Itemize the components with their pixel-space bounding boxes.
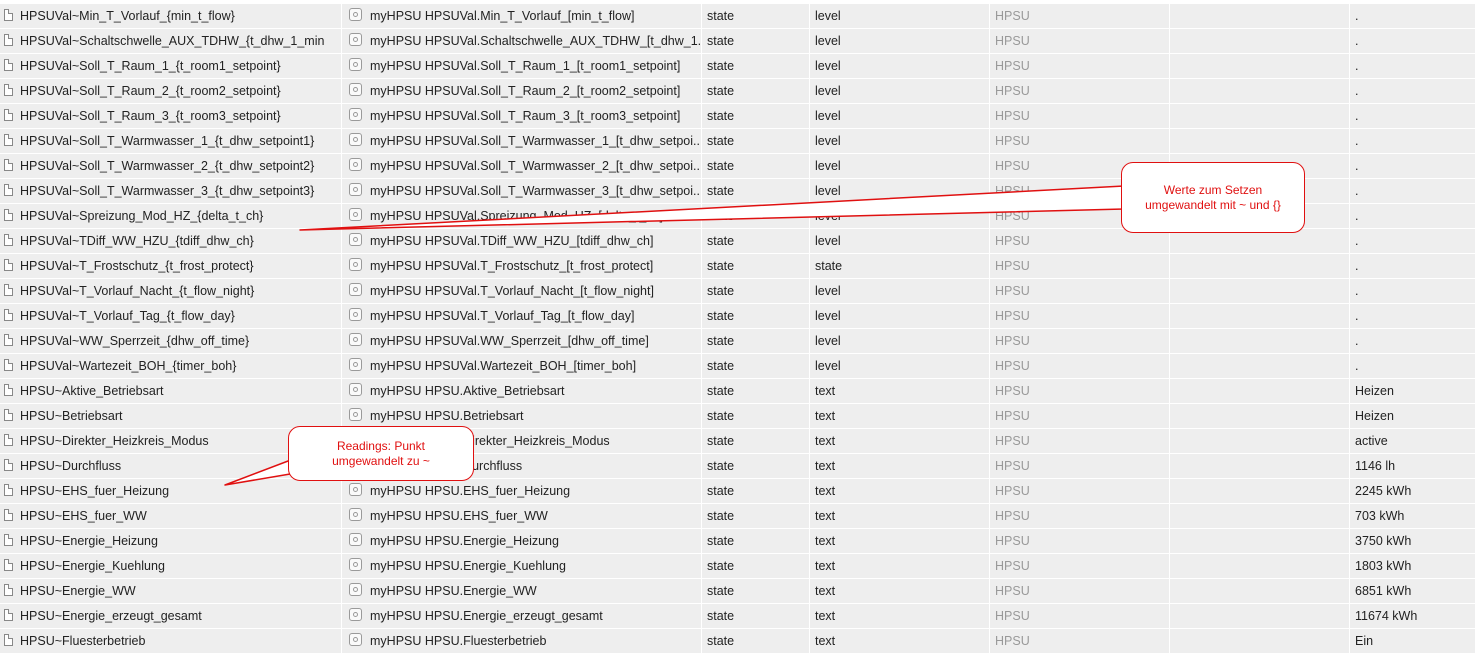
annotation-readings-note: Readings: Punkt umgewandelt zu ~ bbox=[288, 426, 474, 481]
annotation-setpoint-note: Werte zum Setzen umgewandelt mit ~ und {… bbox=[1121, 162, 1305, 233]
callout-pointer-2 bbox=[224, 457, 297, 486]
callout-pointer-1 bbox=[299, 185, 1125, 231]
annotation-pointers bbox=[224, 185, 1125, 486]
